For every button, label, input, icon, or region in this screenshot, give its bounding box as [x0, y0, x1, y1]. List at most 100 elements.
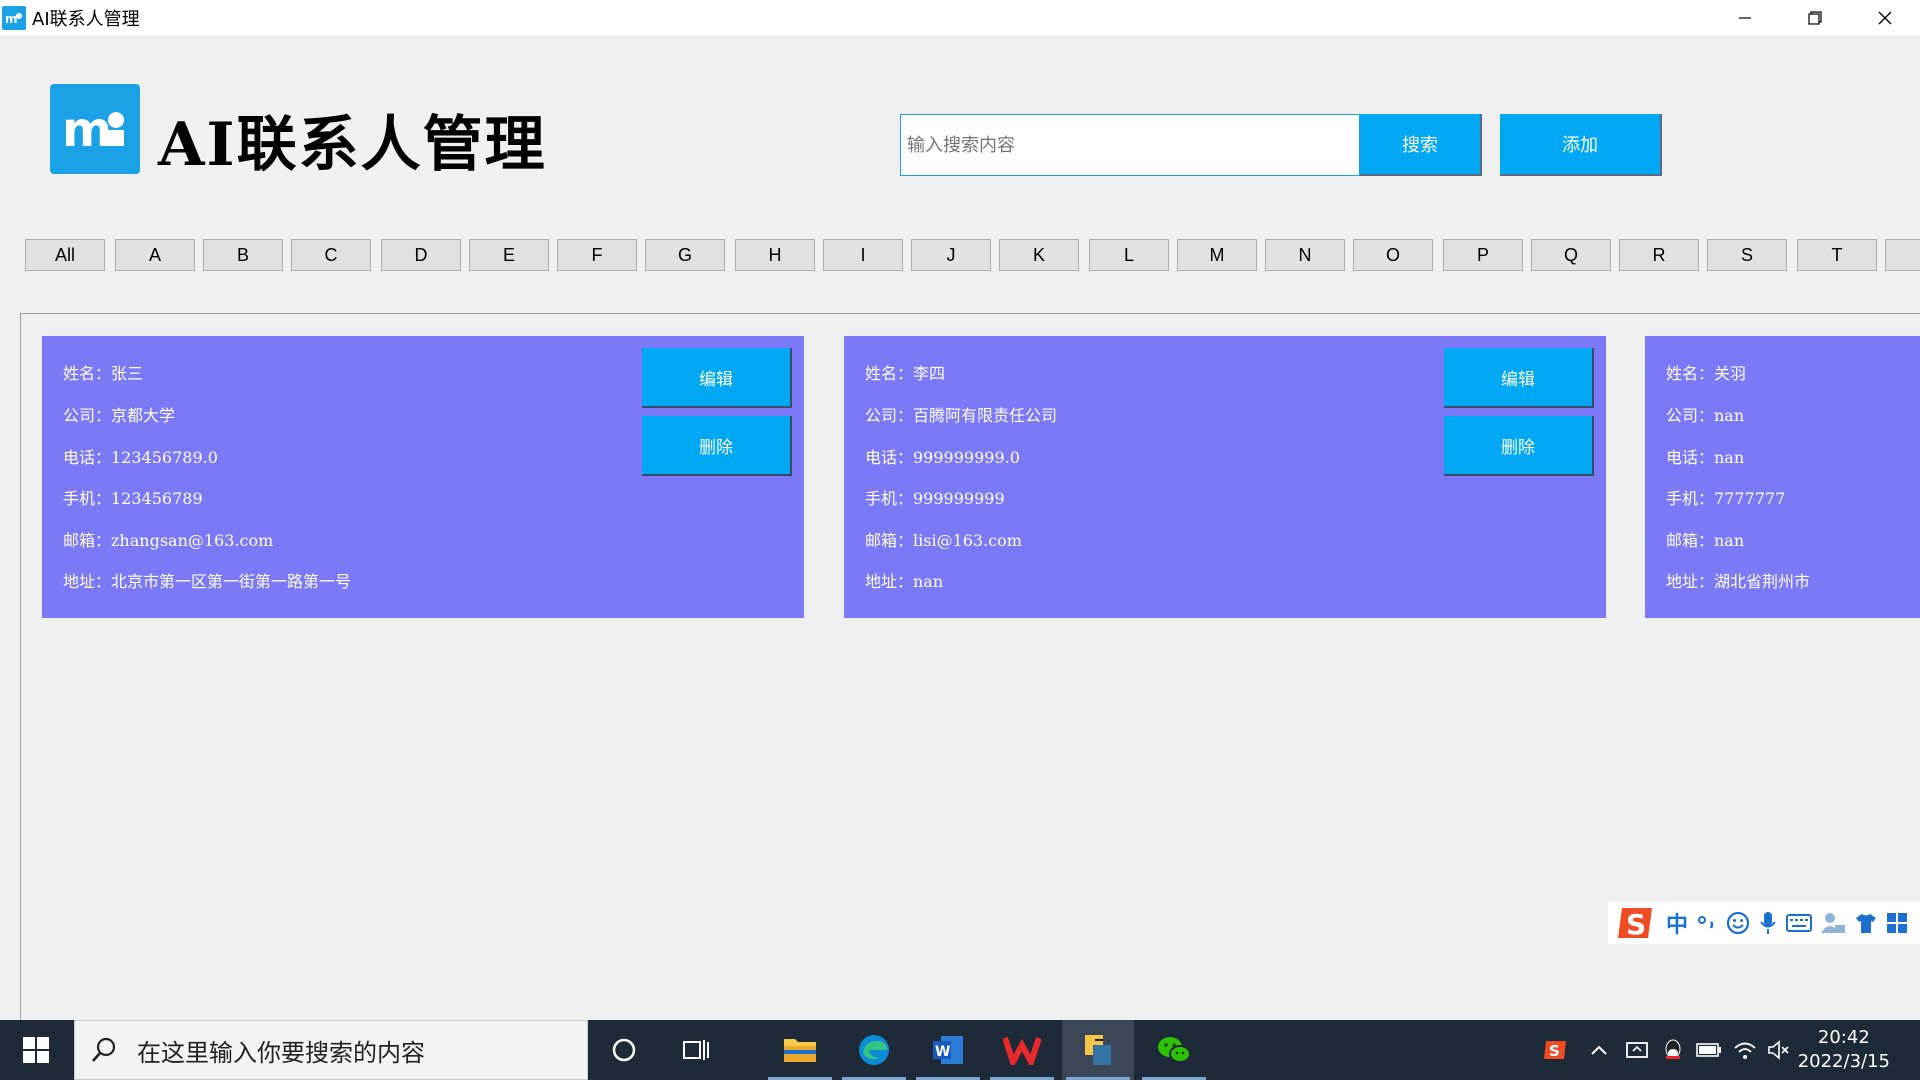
close-button[interactable] [1850, 0, 1920, 35]
letter-button-s[interactable]: S [1707, 239, 1787, 271]
letter-button-partial[interactable] [1885, 239, 1920, 271]
contact-card: 姓名：李四 公司：百腾阿有限责任公司 电话：999999999.0 手机：999… [844, 336, 1606, 618]
letter-button-all[interactable]: All [25, 239, 105, 271]
contact-company: 公司：百腾阿有限责任公司 [865, 406, 1058, 425]
restore-icon [1808, 10, 1822, 25]
contact-address: 地址：nan [865, 572, 944, 591]
app-logo: m [50, 84, 140, 174]
sogou-tray-icon[interactable]: S [1536, 1020, 1576, 1080]
emoji-icon[interactable] [1726, 911, 1750, 935]
contact-phone: 电话：999999999.0 [865, 448, 1020, 467]
clock-date: 2022/3/15 [1797, 1051, 1890, 1072]
add-button[interactable]: 添加 [1500, 114, 1662, 176]
start-button[interactable] [0, 1020, 72, 1080]
qq-icon[interactable] [1656, 1020, 1690, 1080]
svg-text:S: S [1549, 1042, 1560, 1060]
letter-button-q[interactable]: Q [1531, 239, 1611, 271]
sogou-logo-icon[interactable]: S [1616, 904, 1658, 942]
contact-email: 邮箱：lisi@163.com [865, 531, 1022, 550]
contact-name: 姓名：李四 [865, 364, 946, 383]
svg-text:m: m [62, 104, 112, 154]
letter-button-d[interactable]: D [381, 239, 461, 271]
folder-icon [784, 1039, 816, 1062]
delete-button[interactable]: 删除 [642, 416, 792, 476]
task-view-button[interactable] [660, 1020, 732, 1080]
letter-button-k[interactable]: K [999, 239, 1079, 271]
contact-email: 邮箱：nan [1666, 531, 1745, 550]
cortana-button[interactable] [588, 1020, 660, 1080]
restore-button[interactable] [1780, 0, 1850, 35]
minimize-icon [1739, 16, 1751, 19]
letter-button-e[interactable]: E [469, 239, 549, 271]
letter-button-h[interactable]: H [735, 239, 815, 271]
skin-icon[interactable] [1854, 912, 1878, 934]
wechat-icon [1158, 1037, 1191, 1063]
network-share-icon[interactable] [1620, 1020, 1654, 1080]
letter-button-b[interactable]: B [203, 239, 283, 271]
contact-address: 地址：湖北省荆州市 [1666, 572, 1811, 591]
letter-button-c[interactable]: C [291, 239, 371, 271]
taskbar-search-placeholder: 在这里输入你要搜索的内容 [137, 1038, 425, 1067]
python-app-button[interactable] [1062, 1020, 1134, 1080]
letter-button-i[interactable]: I [823, 239, 903, 271]
ime-toolbar: S 中 [1608, 902, 1920, 944]
search-button[interactable]: 搜索 [1360, 114, 1482, 176]
wifi-icon[interactable] [1728, 1020, 1762, 1080]
letter-button-r[interactable]: R [1619, 239, 1699, 271]
wps-icon [1003, 1037, 1041, 1065]
windows-icon [23, 1037, 49, 1063]
battery-icon[interactable] [1692, 1020, 1726, 1080]
letter-button-j[interactable]: J [911, 239, 991, 271]
taskbar-search-box[interactable]: 在这里输入你要搜索的内容 [74, 1020, 588, 1080]
title-bar: m AI联系人管理 [0, 0, 1920, 35]
edit-button[interactable]: 编辑 [1444, 348, 1594, 408]
app-heading: AI联系人管理 [158, 110, 547, 180]
delete-button[interactable]: 删除 [1444, 416, 1594, 476]
letter-button-m[interactable]: M [1177, 239, 1257, 271]
contact-card: 姓名：关羽 公司：nan 电话：nan 手机：7777777 邮箱：nan 地址… [1645, 336, 1920, 618]
ime-mode-indicator[interactable]: 中 [1666, 907, 1688, 939]
window-title: AI联系人管理 [32, 8, 140, 30]
keyboard-icon[interactable] [1786, 913, 1813, 933]
contact-name: 姓名：关羽 [1666, 364, 1747, 383]
search-icon [92, 1037, 116, 1062]
letter-button-p[interactable]: P [1443, 239, 1523, 271]
file-explorer-button[interactable] [764, 1020, 836, 1080]
toolbox-icon[interactable] [1886, 912, 1908, 934]
python-icon [1085, 1035, 1111, 1065]
close-icon [1878, 11, 1892, 24]
taskbar: 在这里输入你要搜索的内容 W S 20:42 2022/3/15 [0, 1020, 1920, 1080]
contact-email: 邮箱：zhangsan@163.com [63, 531, 274, 550]
volume-muted-icon[interactable] [1762, 1020, 1796, 1080]
wps-button[interactable] [986, 1020, 1058, 1080]
edge-icon [859, 1035, 889, 1065]
wechat-button[interactable] [1138, 1020, 1210, 1080]
punctuation-icon[interactable] [1696, 912, 1718, 934]
letter-button-n[interactable]: N [1265, 239, 1345, 271]
contact-address: 地址：北京市第一区第一街第一路第一号 [63, 572, 352, 591]
contact-phone: 电话：123456789.0 [63, 448, 218, 467]
cortana-icon [612, 1038, 636, 1062]
contact-phone: 电话：nan [1666, 448, 1745, 467]
word-button[interactable]: W [912, 1020, 984, 1080]
minimize-button[interactable] [1710, 0, 1780, 35]
app-icon: m [2, 5, 26, 30]
edge-button[interactable] [838, 1020, 910, 1080]
contact-name: 姓名：张三 [63, 364, 144, 383]
tray-chevron-up-icon[interactable] [1584, 1020, 1614, 1080]
letter-button-f[interactable]: F [557, 239, 637, 271]
letter-button-a[interactable]: A [115, 239, 195, 271]
letter-button-o[interactable]: O [1353, 239, 1433, 271]
contact-mobile: 手机：123456789 [63, 489, 203, 508]
letter-button-g[interactable]: G [645, 239, 725, 271]
taskbar-clock[interactable]: 20:42 2022/3/15 [1798, 1026, 1890, 1074]
letter-button-t[interactable]: T [1797, 239, 1877, 271]
contact-mobile: 手机：999999999 [865, 489, 1005, 508]
edit-button[interactable]: 编辑 [642, 348, 792, 408]
contact-card: 姓名：张三 公司：京都大学 电话：123456789.0 手机：12345678… [42, 336, 804, 618]
user-icon[interactable] [1820, 911, 1846, 935]
search-input[interactable] [900, 114, 1360, 176]
microphone-icon[interactable] [1758, 911, 1778, 935]
word-icon: W [933, 1036, 963, 1064]
letter-button-l[interactable]: L [1089, 239, 1169, 271]
